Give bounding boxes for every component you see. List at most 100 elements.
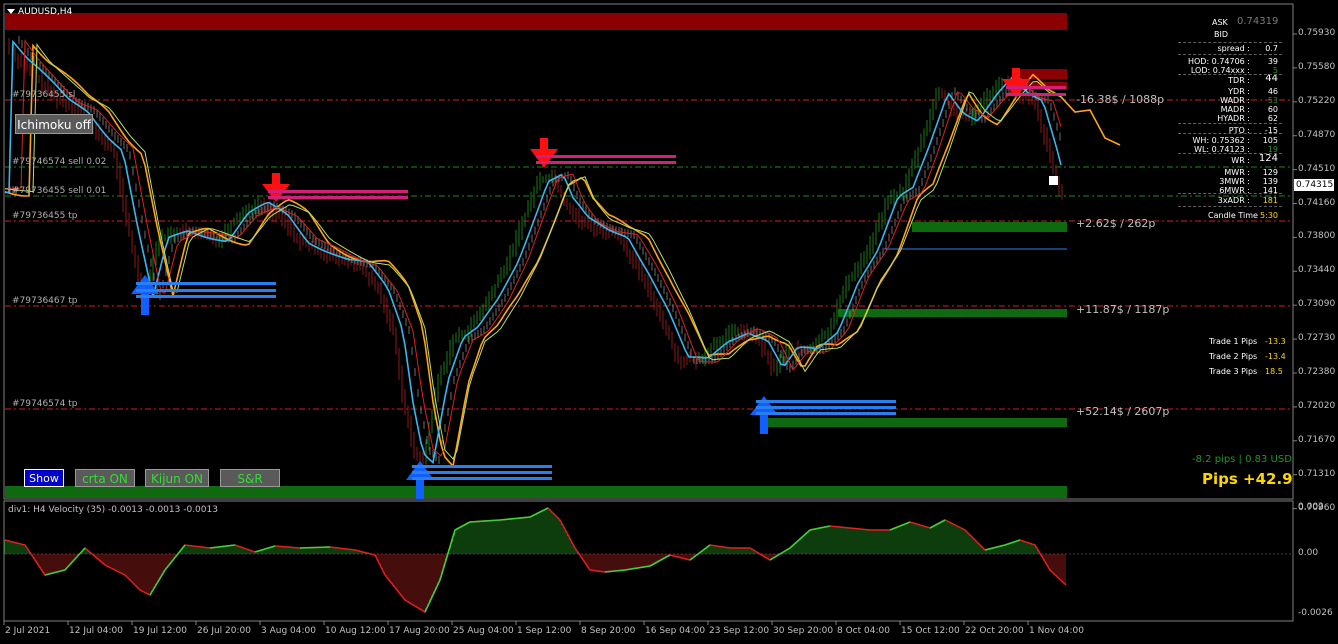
price-axis-label: 0.73440 [1298, 265, 1336, 276]
price-axis-label: 0.75930 [1298, 28, 1336, 38]
wh-value: 105 [1262, 136, 1278, 145]
mwr3-label: 3MWR : [1219, 177, 1250, 186]
order-label-sell-2: #79736455 sell 0.01 [12, 186, 107, 196]
ydr-label: YDR : [1228, 87, 1250, 96]
sell-arrow-2 [530, 138, 676, 168]
price-axis-label: 0.72730 [1298, 333, 1336, 344]
mwr-value: 129 [1262, 168, 1278, 177]
time-axis-ticks [3, 621, 1029, 625]
mwr3-value: 139 [1262, 177, 1278, 186]
price-axis-label: 0.72020 [1298, 400, 1336, 411]
price-axis-label: 0.72380 [1298, 367, 1336, 377]
ask-value: 0.74319 [1237, 16, 1279, 27]
time-axis-label: 8 Sep 20:00 [581, 626, 636, 636]
profit-label-2: +2.62$ / 262p [1076, 217, 1156, 230]
panel-separator [1178, 153, 1282, 154]
order-label-tp-3: #79746574 tp [12, 399, 78, 409]
tdr-label: TDR : [1228, 76, 1250, 85]
kijun-line [4, 43, 1121, 468]
ydr-value: 46 [1267, 87, 1278, 96]
sub-axis-label: -0.0026 [1298, 608, 1333, 618]
order-label-sl: #79736455 sl [12, 90, 76, 100]
madr-value: 60 [1267, 105, 1278, 114]
adr3-value: 181 [1262, 196, 1278, 205]
buy-arrow-3 [750, 396, 896, 434]
price-axis-label: 0.74510 [1298, 163, 1336, 174]
current-candle-marker [1049, 176, 1058, 185]
bid-label: BID [1214, 30, 1229, 39]
time-axis-label: 25 Aug 04:00 [453, 626, 514, 636]
panel-separator [1178, 54, 1282, 55]
symbol-label: AUDUSD,H4 [18, 7, 73, 17]
adr3-label: 3xADR : [1217, 196, 1250, 205]
time-axis-label: 22 Oct 20:00 [965, 626, 1024, 636]
time-axis-label: 12 Jul 04:00 [69, 626, 123, 636]
panel-separator [1178, 206, 1282, 207]
sr-toggle-button[interactable]: S&R [220, 469, 280, 487]
candle-label: Candle Time [1208, 211, 1258, 220]
trade-2-label: Trade 2 Pips [1209, 352, 1258, 361]
time-axis-label: 16 Sep 04:00 [645, 626, 706, 636]
time-axis-label: 2 Jul 2021 [5, 626, 51, 636]
subwindow-title: div1: H4 Velocity (35) -0.0013 -0.0013 -… [8, 505, 218, 515]
madr-label: MADR : [1220, 105, 1250, 114]
current-price-tag: 0.74315 [1294, 179, 1334, 191]
hyadr-value: 62 [1267, 114, 1278, 123]
time-axis-label: 26 Jul 20:00 [197, 626, 251, 636]
price-axis-label: 0.75580 [1298, 61, 1336, 72]
summary-small: -8.2 pips | 0.83 USD [1192, 454, 1292, 465]
profit-label-4: +52.14$ / 2607p [1076, 405, 1170, 418]
trade-1-value: -13.3 [1265, 337, 1286, 346]
wr-label: WR : [1231, 156, 1250, 165]
trade-3-label: Trade 3 Pips [1209, 367, 1258, 376]
crta-toggle-button[interactable]: crta ON [75, 469, 135, 487]
price-axis-label: 0.73090 [1298, 299, 1336, 310]
tp-zone-1 [912, 222, 1067, 232]
price-axis-label: 0.73800 [1298, 231, 1336, 242]
price-axis-label: 0.71310 [1298, 468, 1336, 479]
order-label-sell-1: #79746574 sell 0.02 [12, 157, 107, 167]
chart-window[interactable]: AUDUSD,H4 #79736455 sl #79746574 sell 0.… [0, 0, 1338, 644]
trade-3-value: 18.5 [1265, 367, 1283, 376]
spread-value: 0.7 [1265, 44, 1278, 53]
tp-zone-2 [838, 309, 1067, 317]
ichimoku-toggle-button[interactable]: Ichimoku off [15, 114, 93, 134]
time-axis-label: 1 Sep 12:00 [517, 626, 572, 636]
sub-axis-label: 0.002 [1298, 502, 1324, 512]
time-axis-label: 10 Aug 12:00 [325, 626, 386, 636]
mwr-label: MWR : [1224, 168, 1250, 177]
info-panel: ASK 0.74319 BID spread : 0.7 HOD: 0.74706 … [1178, 14, 1284, 224]
order-label-tp-1: #79736455 tp [12, 211, 78, 221]
price-axis-label: 0.74870 [1298, 129, 1336, 140]
hod-value: 39 [1267, 57, 1278, 66]
sell-arrow-1 [262, 173, 408, 202]
time-axis-label: 30 Sep 20:00 [773, 626, 834, 636]
candles [8, 38, 1063, 467]
summary-pips: Pips +42.9 [1202, 470, 1293, 488]
time-axis-label: 8 Oct 04:00 [837, 626, 890, 636]
trade-1-label: Trade 1 Pips [1209, 337, 1258, 346]
price-axis-label: 0.74160 [1298, 197, 1336, 208]
order-label-tp-2: #79736467 tp [12, 296, 78, 306]
wadr-value: 53 [1267, 96, 1278, 105]
order-lines [5, 99, 1293, 410]
kijun-toggle-button[interactable]: Kijun ON [145, 469, 209, 487]
panel-separator [1178, 74, 1282, 75]
spread-label: spread : [1217, 44, 1251, 53]
trade-2-value: -13.4 [1265, 352, 1286, 361]
price-axis-ticks [1293, 33, 1297, 510]
sl-zone-1 [1017, 69, 1067, 79]
hyadr-label: HYADR : [1217, 114, 1250, 123]
price-axis-label: 0.71670 [1298, 434, 1336, 445]
profit-label-1: -16.38$ / 1088p [1076, 93, 1165, 106]
price-axis-label: 0.75220 [1298, 95, 1336, 106]
show-button[interactable]: Show [24, 469, 64, 487]
panel-separator [1178, 123, 1282, 124]
time-axis-label: 19 Jul 12:00 [133, 626, 187, 636]
chart-menu-icon[interactable] [7, 9, 15, 14]
sub-axis-label: 0.00 [1298, 548, 1319, 558]
panel-separator [1178, 133, 1282, 134]
tp-zone-3 [768, 418, 1067, 427]
buy-arrow-1 [131, 275, 276, 315]
panel-separator [1178, 193, 1282, 194]
